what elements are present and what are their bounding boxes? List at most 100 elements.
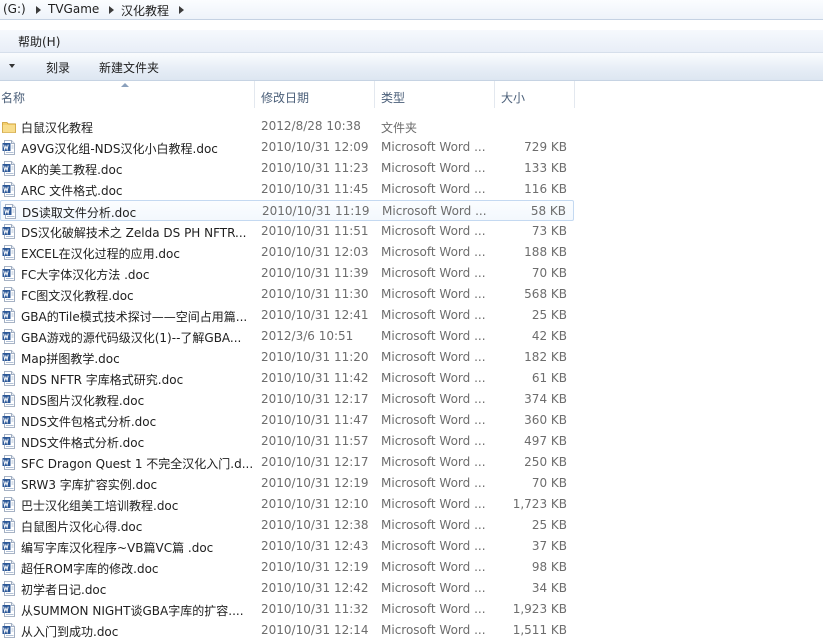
- word-doc-icon: [2, 371, 16, 386]
- file-row[interactable]: NDS NFTR 字库格式研究.doc 2010/10/31 11:42 Micro…: [0, 368, 574, 389]
- file-name: 初学者日记.doc: [21, 583, 107, 597]
- new-folder-button[interactable]: 新建文件夹: [99, 59, 159, 76]
- file-name: SFC Dragon Quest 1 不完全汉化入门.d...: [21, 457, 253, 471]
- file-row[interactable]: 白鼠图片汉化心得.doc 2010/10/31 12:38 Microsoft Wo…: [0, 515, 574, 536]
- file-row[interactable]: NDS文件格式分析.doc 2010/10/31 11:57 Microsoft W…: [0, 431, 574, 452]
- file-name: FC大字体汉化方法 .doc: [21, 268, 150, 282]
- file-size: 497 KB: [524, 434, 567, 448]
- file-type: Microsoft Word ...: [381, 455, 486, 469]
- file-row[interactable]: Map拼图教学.doc 2010/10/31 11:20 Microsoft Wor…: [0, 347, 574, 368]
- file-type: Microsoft Word ...: [381, 329, 486, 343]
- file-modified-date: 2010/10/31 12:14: [261, 623, 369, 637]
- file-modified-date: 2010/10/31 12:41: [261, 308, 369, 322]
- file-name: 巴士汉化组美工培训教程.doc: [21, 499, 179, 513]
- file-name: 从入门到成功.doc: [21, 625, 119, 639]
- file-row[interactable]: NDS文件包格式分析.doc 2010/10/31 11:47 Microsoft …: [0, 410, 574, 431]
- column-header-modified[interactable]: 修改日期: [255, 81, 375, 108]
- file-modified-date: 2010/10/31 12:38: [261, 518, 369, 532]
- file-row[interactable]: ARC 文件格式.doc 2010/10/31 11:45 Microsoft Wo…: [0, 179, 574, 200]
- file-row[interactable]: 编写字库汉化程序~VB篇VC篇 .doc 2010/10/31 12:43 Micr…: [0, 536, 574, 557]
- word-doc-icon: [2, 560, 16, 575]
- word-doc-icon: [2, 329, 16, 344]
- file-name: DS汉化破解技术之 Zelda DS PH NFTR...: [21, 226, 247, 240]
- word-doc-icon: [2, 476, 16, 491]
- file-row[interactable]: SFC Dragon Quest 1 不完全汉化入门.d... 2010/10/3…: [0, 452, 574, 473]
- file-size: 61 KB: [531, 371, 567, 385]
- address-bar[interactable]: (G:) TVGame 汉化教程: [0, 0, 823, 20]
- file-modified-date: 2010/10/31 12:03: [261, 245, 369, 259]
- file-size: 58 KB: [530, 204, 566, 218]
- file-name: NDS NFTR 字库格式研究.doc: [21, 373, 184, 387]
- file-modified-date: 2010/10/31 11:42: [261, 371, 369, 385]
- file-size: 34 KB: [531, 581, 567, 595]
- file-modified-date: 2010/10/31 12:19: [261, 476, 369, 490]
- file-name: A9VG汉化组-NDS汉化小白教程.doc: [21, 142, 218, 156]
- file-type: Microsoft Word ...: [381, 161, 486, 175]
- breadcrumb-chevron-icon[interactable]: [36, 6, 41, 14]
- file-name: Map拼图教学.doc: [21, 352, 120, 366]
- word-doc-icon: [2, 623, 16, 638]
- file-row[interactable]: AK的美工教程.doc 2010/10/31 11:23 Microsoft Wor…: [0, 158, 574, 179]
- breadcrumb-tvgame[interactable]: TVGame: [48, 2, 99, 16]
- file-size: 25 KB: [531, 308, 567, 322]
- file-name: 超任ROM字库的修改.doc: [21, 562, 159, 576]
- menu-item-help[interactable]: 帮助(H): [18, 33, 60, 50]
- file-row[interactable]: GBA的Tile模式技术探讨——空间占用篇... 2010/10/31 12:41…: [0, 305, 574, 326]
- file-row[interactable]: 从入门到成功.doc 2010/10/31 12:14 Microsoft Word…: [0, 620, 574, 641]
- word-doc-icon: [2, 434, 16, 449]
- file-row[interactable]: 白鼠汉化教程 2012/8/28 10:38 文件夹: [0, 116, 574, 137]
- file-row[interactable]: DS读取文件分析.doc 2010/10/31 11:19 Microsoft Wo…: [0, 200, 574, 221]
- breadcrumb-chevron-icon[interactable]: [109, 6, 114, 14]
- file-row[interactable]: DS汉化破解技术之 Zelda DS PH NFTR... 2010/10/31 …: [0, 221, 574, 242]
- file-row[interactable]: EXCEL在汉化过程的应用.doc 2010/10/31 12:03 Microso…: [0, 242, 574, 263]
- file-size: 70 KB: [531, 476, 567, 490]
- word-doc-icon: [2, 518, 16, 533]
- file-size: 568 KB: [524, 287, 567, 301]
- address-bar-spacer: [0, 20, 823, 30]
- file-type: Microsoft Word ...: [381, 602, 486, 616]
- file-row[interactable]: A9VG汉化组-NDS汉化小白教程.doc 2010/10/31 12:09 Mic…: [0, 137, 574, 158]
- file-row[interactable]: 初学者日记.doc 2010/10/31 12:42 Microsoft Word …: [0, 578, 574, 599]
- column-header-size[interactable]: 大小: [495, 81, 575, 108]
- breadcrumb-drive[interactable]: (G:): [3, 2, 26, 16]
- file-type: Microsoft Word ...: [381, 371, 486, 385]
- file-type: 文件夹: [381, 121, 418, 135]
- file-row[interactable]: 巴士汉化组美工培训教程.doc 2010/10/31 12:10 Microsoft…: [0, 494, 574, 515]
- file-row[interactable]: FC图文汉化教程.doc 2010/10/31 11:30 Microsoft Wo…: [0, 284, 574, 305]
- file-size: 37 KB: [531, 539, 567, 553]
- file-row[interactable]: 从SUMMON NIGHT谈GBA字库的扩容.... 2010/10/31 11:…: [0, 599, 574, 620]
- file-modified-date: 2010/10/31 11:39: [261, 266, 369, 280]
- word-doc-icon: [2, 161, 16, 176]
- file-size: 42 KB: [531, 329, 567, 343]
- file-row[interactable]: GBA游戏的源代码级汉化(1)--了解GBA... 2012/3/6 10:51 M…: [0, 326, 574, 347]
- file-type: Microsoft Word ...: [381, 560, 486, 574]
- file-modified-date: 2012/3/6 10:51: [261, 329, 354, 343]
- burn-button[interactable]: 刻录: [46, 59, 70, 76]
- file-size: 73 KB: [531, 224, 567, 238]
- organize-dropdown-arrow-icon[interactable]: [9, 64, 15, 68]
- file-row[interactable]: 超任ROM字库的修改.doc 2010/10/31 12:19 Microsoft …: [0, 557, 574, 578]
- word-doc-icon: [2, 224, 16, 239]
- file-row[interactable]: SRW3 字库扩容实例.doc 2010/10/31 12:19 Microsoft…: [0, 473, 574, 494]
- file-type: Microsoft Word ...: [382, 204, 487, 218]
- column-header-type[interactable]: 类型: [375, 81, 495, 108]
- file-name: AK的美工教程.doc: [21, 163, 123, 177]
- file-name: ARC 文件格式.doc: [21, 184, 123, 198]
- word-doc-icon: [2, 140, 16, 155]
- breadcrumb-chevron-icon[interactable]: [179, 6, 184, 14]
- file-name: 编写字库汉化程序~VB篇VC篇 .doc: [21, 541, 214, 555]
- file-row[interactable]: FC大字体汉化方法 .doc 2010/10/31 11:39 Microsoft …: [0, 263, 574, 284]
- menu-bar: 帮助(H): [0, 30, 823, 53]
- file-type: Microsoft Word ...: [381, 581, 486, 595]
- file-name: NDS文件包格式分析.doc: [21, 415, 157, 429]
- file-type: Microsoft Word ...: [381, 140, 486, 154]
- file-row[interactable]: NDS图片汉化教程.doc 2010/10/31 12:17 Microsoft W…: [0, 389, 574, 410]
- breadcrumb-current-folder[interactable]: 汉化教程: [121, 2, 169, 19]
- column-header-name[interactable]: 名称: [0, 81, 255, 108]
- file-size: 70 KB: [531, 266, 567, 280]
- file-modified-date: 2010/10/31 12:10: [261, 497, 369, 511]
- file-type: Microsoft Word ...: [381, 413, 486, 427]
- file-size: 729 KB: [524, 140, 567, 154]
- file-modified-date: 2012/8/28 10:38: [261, 119, 361, 133]
- file-modified-date: 2010/10/31 12:09: [261, 140, 369, 154]
